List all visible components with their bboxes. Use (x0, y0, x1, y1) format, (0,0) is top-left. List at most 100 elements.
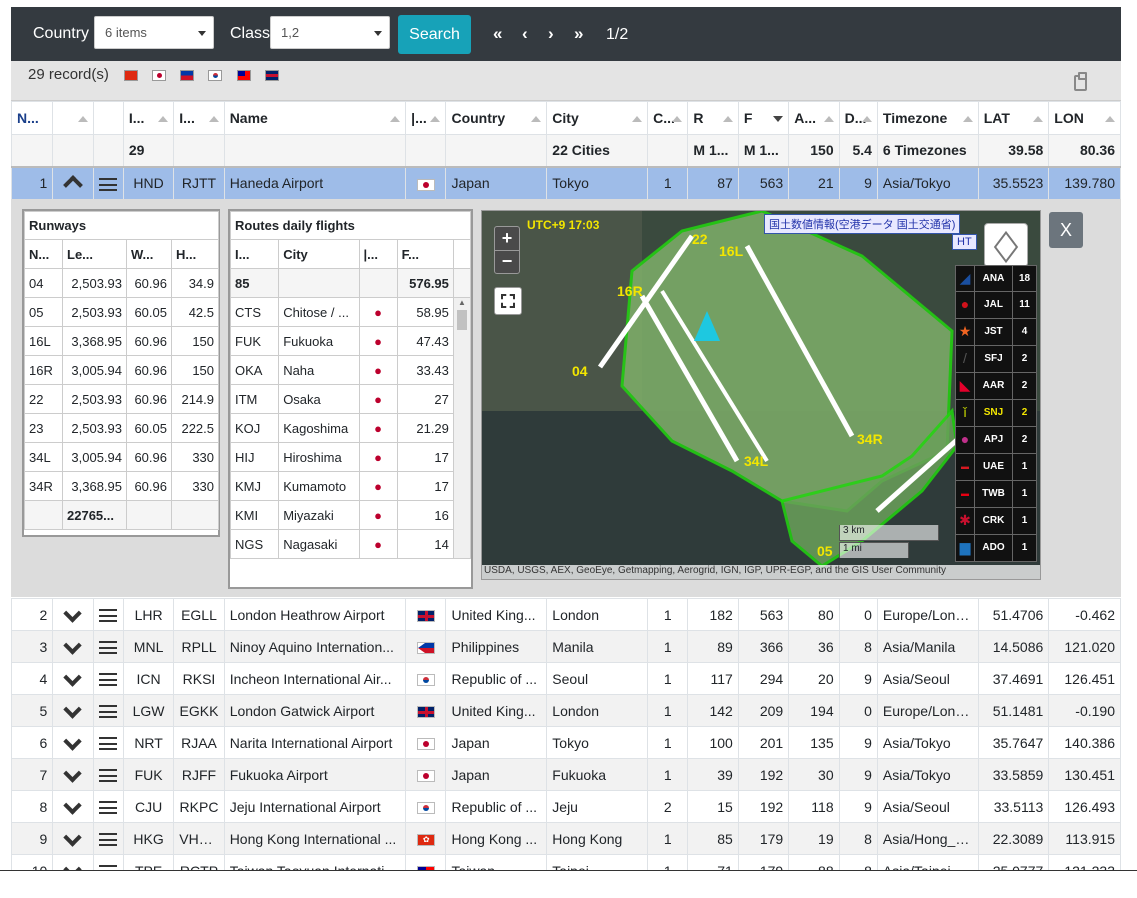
zoom-in-button[interactable]: + (495, 227, 519, 250)
close-button[interactable]: X (1049, 212, 1083, 248)
col-header[interactable] (52, 101, 94, 135)
col-header[interactable]: A... (788, 101, 840, 135)
table-row[interactable]: 3 MNL RPLL Ninoy Aquino Internation... Phi… (10, 630, 1121, 663)
table-row[interactable]: 4 ICN RKSI Incheon International Air... Re… (10, 662, 1121, 695)
airline-legend-item[interactable]: ǐ SNJ 2 (955, 400, 1037, 427)
menu-icon[interactable] (99, 673, 118, 687)
routes-table: Routes daily flights I... City |... F...… (228, 209, 473, 589)
chevron-down-icon[interactable] (63, 795, 83, 815)
class-select[interactable]: 1,2 (270, 16, 390, 49)
next-page-button[interactable]: › (548, 24, 554, 44)
map-ht-label: HT (952, 234, 977, 250)
col-header[interactable]: F... (396, 239, 454, 269)
col-header[interactable] (92, 101, 124, 135)
routes-scrollbar[interactable]: ▲ (452, 297, 471, 559)
flag-gb-filter[interactable] (265, 70, 279, 81)
col-header[interactable]: N... (24, 239, 63, 269)
first-page-button[interactable]: « (493, 24, 502, 44)
airline-legend-item[interactable]: ✱ CRK 1 (955, 508, 1037, 535)
col-header[interactable]: Timezone (876, 101, 979, 135)
fullscreen-icon[interactable] (494, 287, 522, 315)
prev-page-button[interactable]: ‹ (522, 24, 528, 44)
airline-legend-item[interactable]: ★ JST 4 (955, 319, 1037, 346)
col-header[interactable]: I... (173, 101, 225, 135)
country-select[interactable]: 6 items (94, 16, 214, 49)
zoom-out-button[interactable]: − (495, 250, 519, 273)
col-header[interactable]: H... (170, 239, 220, 269)
summary-row: 29 22 Cities M 1... M 1... 150 5.4 6 Tim… (10, 134, 1121, 168)
flag-hk-filter[interactable] (124, 70, 138, 81)
col-header[interactable]: D... (838, 101, 878, 135)
col-header[interactable]: Name (223, 101, 407, 135)
col-header[interactable]: W... (126, 239, 172, 269)
col-header[interactable]: LAT (977, 101, 1050, 135)
chevron-down-icon[interactable] (63, 731, 83, 751)
copy-icon[interactable] (1074, 72, 1087, 91)
chevron-up-icon[interactable] (63, 174, 83, 195)
layers-icon[interactable] (984, 223, 1028, 267)
last-page-button[interactable]: » (574, 24, 583, 44)
airline-legend: ◢ ANA 18 ● JAL 11 ★ JST 4 /SFJ 2 ◣ AAR 2 ǐ SNJ 2 ● A… (955, 265, 1037, 562)
col-header[interactable]: I... (230, 239, 280, 269)
table-row[interactable]: 7 FUK RJFF Fukuoka Airport Japan Fukuoka 1 39… (10, 758, 1121, 791)
airline-legend-item[interactable]: ◢ ANA 18 (955, 265, 1037, 292)
col-header[interactable]: |... (405, 101, 447, 135)
menu-icon[interactable] (99, 801, 118, 815)
airline-legend-item[interactable]: ▬ TWB 1 (955, 481, 1037, 508)
chevron-down-icon[interactable] (63, 699, 83, 719)
list-item: OKA Naha ● 33.43 (230, 355, 471, 385)
list-item: KMJ Kumamoto ● 17 (230, 471, 471, 501)
col-header[interactable]: I... (122, 101, 175, 135)
menu-icon[interactable] (99, 737, 118, 751)
col-header[interactable]: |... (358, 239, 398, 269)
col-header[interactable]: F (737, 101, 790, 135)
table-row[interactable]: 5 LGW EGKK London Gatwick Airport United K… (10, 694, 1121, 727)
airline-legend-item[interactable]: ▆ ADO 1 (955, 535, 1037, 562)
info-bar: 29 record(s) (11, 61, 1121, 101)
col-header[interactable]: C... (647, 101, 689, 135)
col-header[interactable]: LON (1048, 101, 1121, 135)
list-item: ITM Osaka ● 27 (230, 384, 471, 414)
airline-legend-item[interactable]: ▬ UAE 1 (955, 454, 1037, 481)
col-header[interactable]: Country (445, 101, 548, 135)
chevron-down-icon[interactable] (63, 827, 83, 847)
col-header[interactable]: City (546, 101, 649, 135)
airport-map[interactable]: UTC+9 17:03 04 22 16L 16R 34R 34L 23 05 … (481, 210, 1041, 580)
country-select-value: 6 items (105, 25, 147, 40)
menu-icon[interactable] (99, 769, 118, 783)
table-row[interactable]: 2 LHR EGLL London Heathrow Airport United … (10, 598, 1121, 631)
col-header[interactable]: R (687, 101, 739, 135)
flag-jp-icon (416, 737, 435, 750)
flag-gb-icon (416, 609, 435, 622)
chevron-down-icon[interactable] (63, 763, 83, 783)
chevron-down-icon[interactable] (63, 667, 83, 687)
airline-legend-item[interactable]: ● APJ 2 (955, 427, 1037, 454)
table-row[interactable]: 6 NRT RJAA Narita International Airport Ja… (10, 726, 1121, 759)
chevron-down-icon[interactable] (63, 603, 83, 623)
col-header[interactable]: Le... (62, 239, 127, 269)
runways-table: Runways N... Le... W... H... 04 2,503.93 6… (22, 209, 220, 537)
search-button[interactable]: Search (398, 15, 471, 54)
chevron-down-icon[interactable] (63, 635, 83, 655)
table-row[interactable]: 8 CJU RKPC Jeju International Airport Repu… (10, 790, 1121, 823)
flag-ph-filter[interactable] (180, 70, 194, 81)
flag-jp-filter[interactable] (152, 70, 166, 81)
list-item: NGS Nagasaki ● 14 (230, 529, 471, 559)
menu-icon[interactable] (99, 609, 118, 623)
flag-hk-icon: ✿ (416, 833, 435, 846)
menu-icon[interactable] (99, 178, 118, 192)
menu-icon[interactable] (99, 705, 118, 719)
table-row-selected[interactable]: 1 HND RJTT Haneda Airport Japan Tokyo 1 … (10, 166, 1121, 200)
flag-tw-filter[interactable] (237, 70, 251, 81)
flag-kr-filter[interactable] (208, 70, 222, 81)
table-row[interactable]: 9 HKG VHHH Hong Kong International ... ✿ H… (10, 822, 1121, 855)
menu-icon[interactable] (99, 833, 118, 847)
col-header[interactable]: City (278, 239, 360, 269)
airline-legend-item[interactable]: / SFJ 2 (955, 346, 1037, 373)
airline-legend-item[interactable]: ● JAL 11 (955, 292, 1037, 319)
airline-legend-item[interactable]: ◣ AAR 2 (955, 373, 1037, 400)
col-header[interactable]: N... (10, 101, 54, 135)
list-item: 05 2,503.93 60.05 42.5 (24, 297, 220, 327)
airline-logo-icon: ◢ (959, 270, 971, 286)
menu-icon[interactable] (99, 641, 118, 655)
